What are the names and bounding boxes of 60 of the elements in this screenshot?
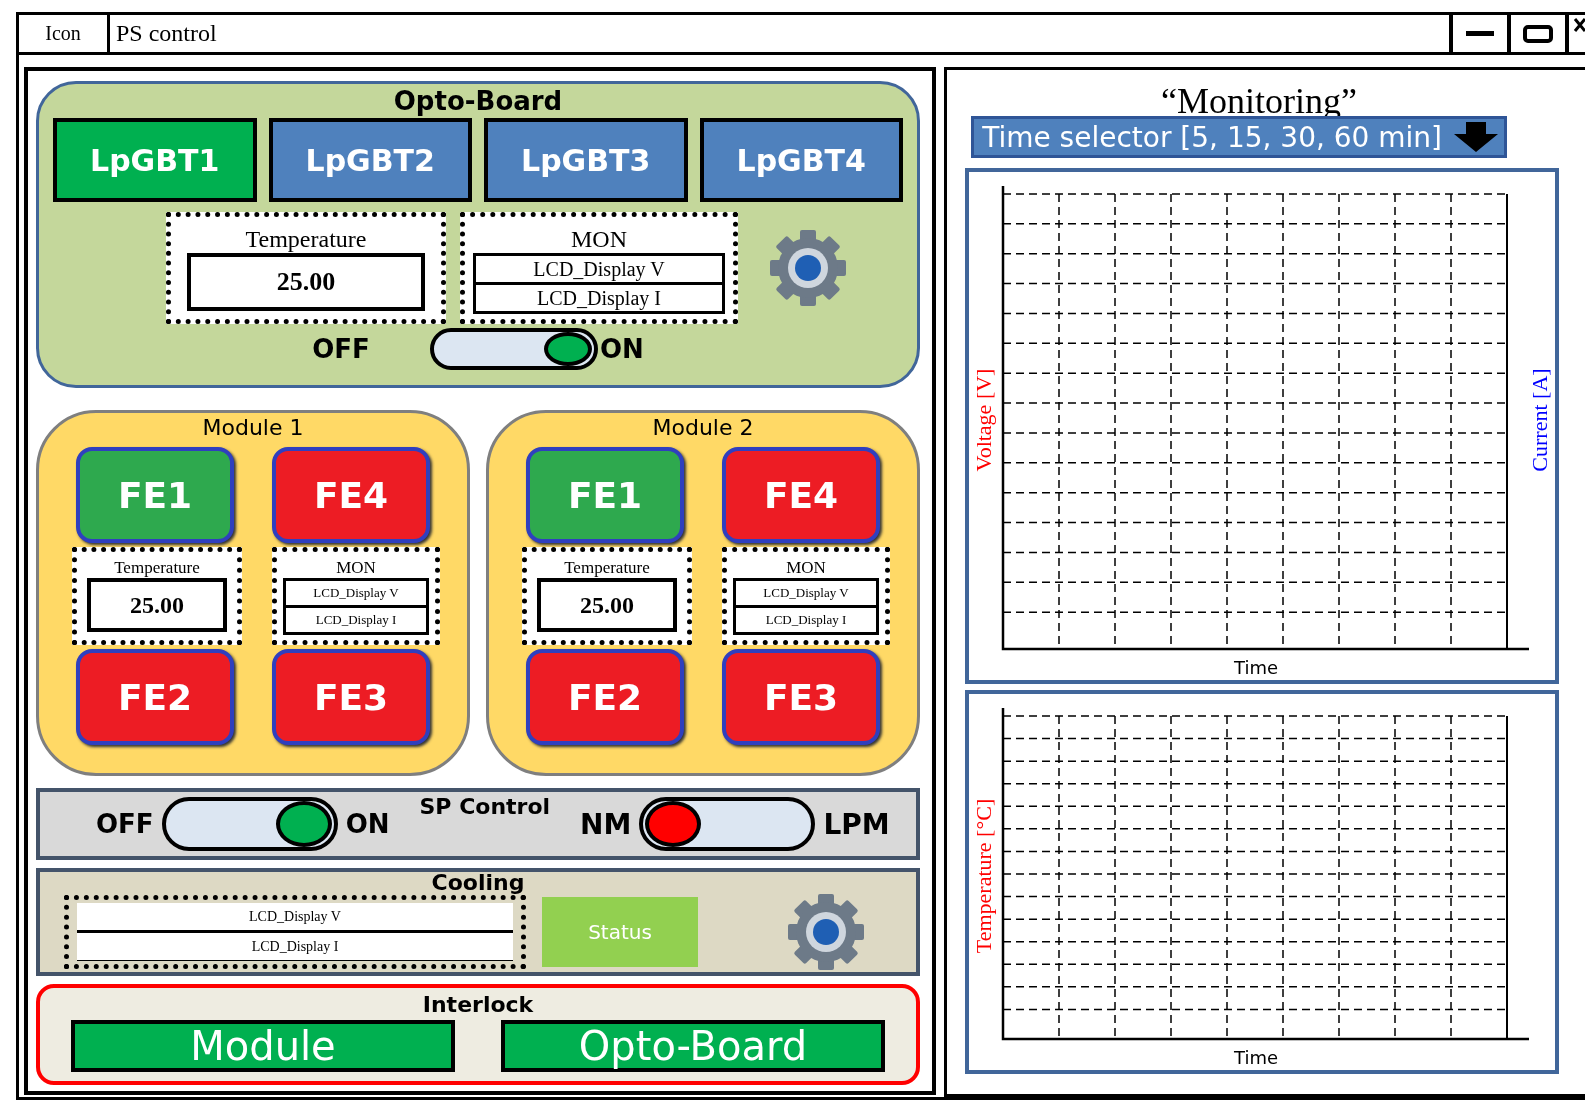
app-icon-label: Icon xyxy=(19,15,110,52)
panel-title: Interlock xyxy=(422,990,534,1019)
fe-button[interactable]: FE1 xyxy=(76,447,234,544)
fe-button[interactable]: FE2 xyxy=(76,649,234,746)
temperature-display: 25.00 xyxy=(87,578,227,633)
fe-button[interactable]: FE4 xyxy=(722,447,880,544)
fe-button[interactable]: FE3 xyxy=(272,649,430,746)
temperature-label: Temperature xyxy=(245,225,367,253)
fe-button[interactable]: FE4 xyxy=(272,447,430,544)
minimize-icon xyxy=(1466,30,1494,37)
interlock-button[interactable]: Module xyxy=(71,1019,455,1072)
fe-button[interactable]: FE2 xyxy=(526,649,684,746)
lpgbt-tab[interactable]: LpGBT1 xyxy=(53,118,257,202)
module-title: Module 1 xyxy=(202,415,304,443)
lcd-display: LCD_Display I xyxy=(476,285,722,311)
off-label: OFF xyxy=(96,809,154,840)
window-title: PS control xyxy=(115,19,218,48)
panel-title: “Monitoring” xyxy=(1160,80,1358,116)
panel-title: Cooling xyxy=(430,871,526,892)
y-axis-label: Voltage [V] xyxy=(971,368,996,472)
temperature-display: 25.00 xyxy=(187,253,425,311)
maximize-icon xyxy=(1523,24,1553,43)
interlock-button[interactable]: Opto-Board xyxy=(501,1019,885,1072)
fe-button[interactable]: FE1 xyxy=(526,447,684,544)
lcd-display: LCD_Display I xyxy=(736,608,876,633)
temperature-display: 25.00 xyxy=(537,578,677,633)
x-axis-label: Time xyxy=(1233,657,1279,678)
lcd-display: LCD_Display I xyxy=(77,932,513,960)
mon-label: MON xyxy=(786,558,826,579)
y-axis-label: Current [A] xyxy=(1527,368,1552,472)
lcd-display: LCD_Display V xyxy=(736,581,876,606)
lpm-label: LPM xyxy=(823,807,890,841)
module-title: Module 2 xyxy=(652,415,754,443)
mon-label: MON xyxy=(571,225,627,253)
panel-title: Opto-Board xyxy=(393,86,563,118)
toggle-switch[interactable] xyxy=(429,328,598,370)
lcd-display: LCD_Display I xyxy=(286,608,426,633)
on-label: ON xyxy=(345,809,390,840)
x-axis-label: Time xyxy=(1233,1047,1279,1068)
lpgbt-tab[interactable]: LpGBT4 xyxy=(699,118,903,202)
nm-label: NM xyxy=(580,807,632,841)
mon-label: MON xyxy=(336,558,376,579)
fe-button[interactable]: FE3 xyxy=(722,649,880,746)
lpgbt-tab[interactable]: LpGBT3 xyxy=(484,118,688,202)
lcd-display: LCD_Display V xyxy=(286,581,426,606)
temperature-label: Temperature xyxy=(114,558,200,579)
lcd-display: LCD_Display V xyxy=(476,256,722,282)
off-label: OFF xyxy=(312,334,370,364)
panel-title: SP Control xyxy=(419,794,551,820)
lcd-display: LCD_Display V xyxy=(77,902,513,930)
close-button[interactable] xyxy=(1565,15,1585,52)
toggle-switch[interactable] xyxy=(161,797,338,852)
y-axis-label: Temperature [°C] xyxy=(971,798,996,954)
close-icon xyxy=(1573,17,1585,33)
toggle-switch[interactable] xyxy=(639,797,816,852)
temperature-label: Temperature xyxy=(564,558,650,579)
lpgbt-tab[interactable]: LpGBT2 xyxy=(268,118,472,202)
time-selector[interactable]: Time selector [5, 15, 30, 60 min] xyxy=(971,116,1507,158)
down-arrow-icon xyxy=(1454,122,1498,152)
on-label: ON xyxy=(599,334,644,364)
